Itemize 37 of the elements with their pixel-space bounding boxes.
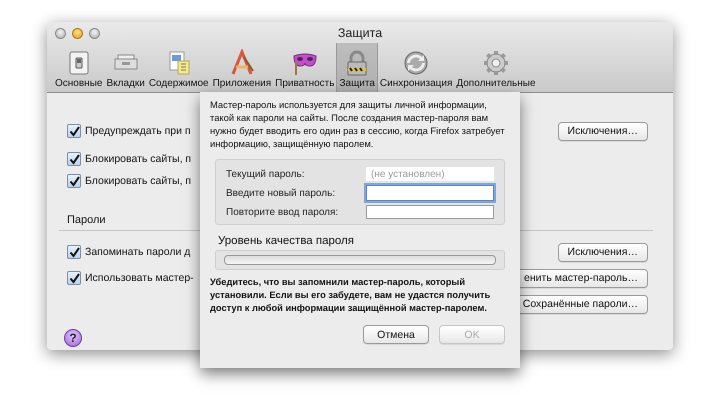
toolbar-tab[interactable]: Вкладки <box>104 43 147 92</box>
gear-icon <box>482 49 510 77</box>
field-label: Текущий пароль: <box>226 168 304 180</box>
minimize-button[interactable] <box>72 28 83 38</box>
warning-text: Убедитесь, что вы запомнили мастер-пароль, который установили. Если вы его забудете, вам не удастся получить доступ к любой информации защищённой мастер-паролем. <box>210 276 492 315</box>
exceptions-button[interactable]: Исключения… <box>558 242 648 262</box>
toolbar-tab[interactable]: Основные <box>53 43 104 92</box>
section-heading: Пароли <box>67 214 106 226</box>
checkbox-label: Блокировать сайты, п <box>85 175 192 187</box>
toolbar-tab[interactable]: Дополнительные <box>454 43 538 92</box>
checkbox-label: Блокировать сайты, п <box>85 153 192 165</box>
toolbar-tab[interactable]: Синхронизация <box>378 43 454 92</box>
sync-icon <box>402 49 430 77</box>
quality-label: Уровень качества пароля <box>218 235 355 247</box>
window-title: Защита <box>338 26 382 40</box>
checkbox-label: Запоминать пароли д <box>85 246 190 258</box>
checkbox[interactable] <box>67 124 81 138</box>
checkbox-label: Предупреждать при п <box>85 125 191 137</box>
checkbox[interactable] <box>67 245 81 259</box>
password-field[interactable] <box>366 185 494 201</box>
intro-text: Мастер-пароль используется для защиты личной информации, такой как пароли на сайты. После создания мастер-пароля вам нужно будет вводить его один раз в сессию, когда Firefox затребует информацию, защищённую паролем. <box>210 98 506 150</box>
password-field[interactable] <box>366 205 494 219</box>
help-button[interactable]: ? <box>64 329 82 347</box>
field-label: Введите новый пароль: <box>226 188 336 198</box>
checkbox-label: Использовать мастер- <box>85 272 194 284</box>
field-label: Повторите ввод пароля: <box>226 206 338 218</box>
zoom-button[interactable] <box>89 28 100 38</box>
cancel-button[interactable]: Отмена <box>363 325 429 344</box>
close-button[interactable] <box>55 28 66 38</box>
checkbox[interactable] <box>67 271 81 285</box>
checkbox[interactable] <box>67 174 81 188</box>
exceptions-button[interactable]: Исключения… <box>558 122 648 140</box>
toolbar-tab[interactable]: Приложения <box>210 43 274 92</box>
toolbar-tab[interactable]: Содержимое <box>146 43 211 92</box>
toolbar-tab[interactable]: Приватность <box>273 43 336 92</box>
toolbar-tab[interactable]: Защита <box>336 43 378 92</box>
checkbox[interactable] <box>67 152 81 166</box>
